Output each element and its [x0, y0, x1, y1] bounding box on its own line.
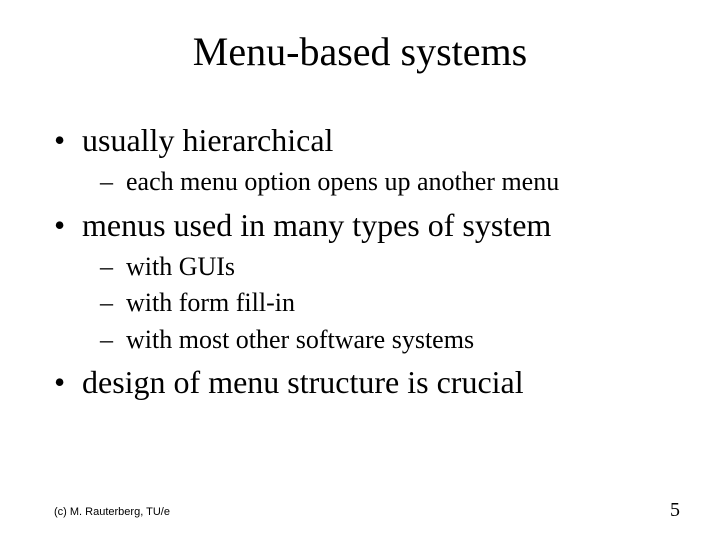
bullet-level2: with GUIs [54, 251, 674, 284]
slide-title: Menu-based systems [0, 28, 720, 75]
bullet-level2: each menu option opens up another menu [54, 166, 674, 199]
bullet-level2: with most other software systems [54, 324, 674, 357]
bullet-level2: with form fill-in [54, 287, 674, 320]
bullet-level1: design of menu structure is crucial [54, 362, 674, 402]
slide-body: usually hierarchical each menu option op… [54, 120, 674, 408]
slide: Menu-based systems usually hierarchical … [0, 0, 720, 540]
footer-copyright: (c) M. Rauterberg, TU/e [54, 506, 170, 518]
bullet-level1: usually hierarchical [54, 120, 674, 160]
page-number: 5 [670, 499, 680, 522]
bullet-level1: menus used in many types of system [54, 205, 674, 245]
